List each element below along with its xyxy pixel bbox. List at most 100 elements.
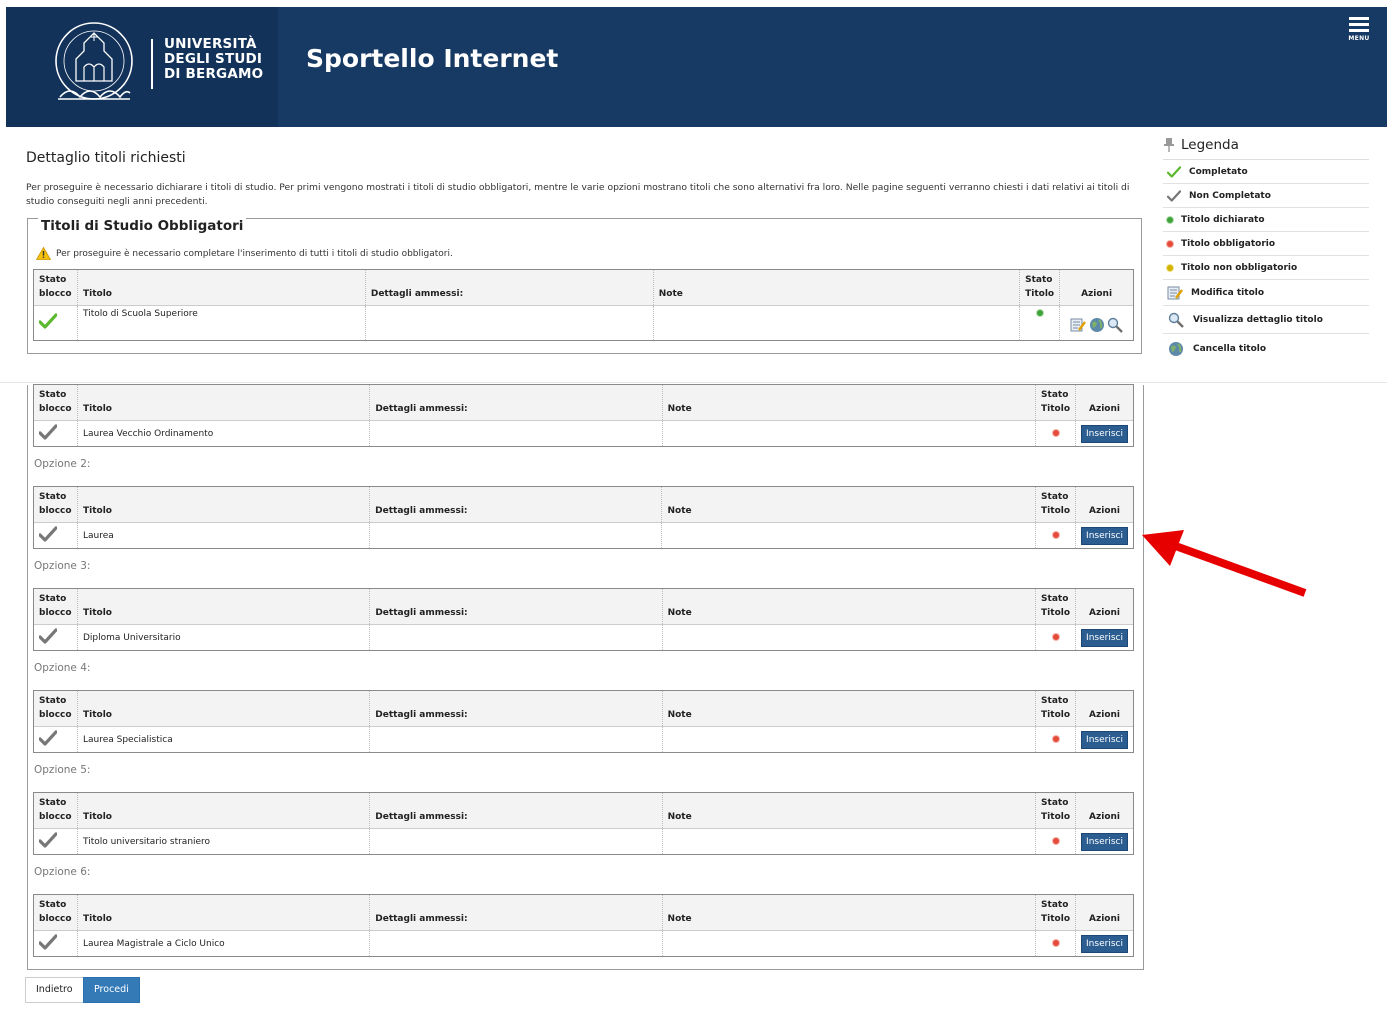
col-dettagli: Dettagli ammessi: — [369, 895, 663, 931]
table-row: Titolo di Scuola Superiore — [34, 305, 1133, 340]
legend-label: Modifica titolo — [1191, 287, 1265, 298]
dot-red-icon — [1052, 837, 1059, 844]
check-gray-icon — [38, 526, 58, 542]
azioni-cell: Inserisci — [1076, 829, 1133, 855]
stato-titolo-cell — [1035, 522, 1077, 548]
back-button[interactable]: Indietro — [25, 977, 84, 1003]
scroll-separator — [0, 382, 1387, 383]
header-text: Stato — [1041, 594, 1069, 604]
inserisci-button[interactable]: Inserisci — [1081, 730, 1128, 749]
legend-item-titolo-dichiarato: Titolo dichiarato — [1163, 208, 1369, 232]
check-gray-icon — [38, 934, 58, 950]
intro-text: Per proseguire è necessario dichiarare i… — [26, 182, 1130, 207]
app-title: Sportello Internet — [306, 44, 559, 73]
logo-line-3: DI BERGAMO — [164, 66, 264, 82]
stato-titolo-cell — [1019, 305, 1061, 340]
opzione-table: Stato blocco Titolo Dettagli ammessi: Note St… — [33, 690, 1134, 753]
col-dettagli: Dettagli ammessi: — [369, 589, 663, 625]
opzione-label: Opzione 4: — [34, 662, 91, 674]
globe-delete-icon[interactable] — [1089, 317, 1105, 333]
header-text: Stato — [39, 390, 67, 400]
col-azioni: Azioni — [1075, 589, 1133, 625]
proceed-button[interactable]: Procedi — [83, 977, 140, 1003]
col-stato-titolo: Stato Titolo — [1035, 691, 1077, 727]
note-cell — [661, 522, 1037, 548]
opzione-table: Stato blocco Titolo Dettagli ammessi: Note St… — [33, 792, 1134, 855]
col-note: Note — [662, 793, 1037, 829]
inserisci-button[interactable]: Inserisci — [1081, 526, 1128, 545]
stato-titolo-cell — [1035, 420, 1077, 446]
header-text: Stato — [1041, 798, 1069, 808]
inserisci-button[interactable]: Inserisci — [1081, 832, 1128, 851]
table-header-row: Stato blocco Titolo Dettagli ammessi: Note St… — [34, 691, 1133, 727]
dettagli-cell — [369, 930, 663, 956]
hamburger-icon-bar — [1349, 23, 1369, 26]
col-stato-titolo: Stato Titolo — [1035, 385, 1077, 421]
header-text: Titolo — [1041, 812, 1071, 822]
table-row: Diploma Universitario Inserisci — [34, 624, 1133, 650]
col-titolo: Titolo — [77, 487, 371, 523]
dot-red-icon — [1052, 939, 1059, 946]
legend-item-visualizza: Visualizza dettaglio titolo — [1163, 306, 1369, 334]
dot-red-icon — [1052, 633, 1059, 640]
stato-titolo-cell — [1035, 828, 1077, 854]
header-text: Titolo — [1041, 404, 1071, 414]
azioni-cell: Inserisci — [1076, 523, 1133, 549]
check-green-icon — [1167, 165, 1181, 178]
col-stato-titolo: Stato Titolo — [1035, 487, 1077, 523]
header-text: blocco — [39, 812, 72, 822]
university-logo[interactable]: UNIVERSITÀ DEGLI STUDI DI BERGAMO — [6, 7, 278, 127]
note-cell — [662, 828, 1037, 854]
azioni-cell — [1060, 306, 1133, 340]
stato-blocco-cell — [34, 624, 78, 650]
opzione-label: Opzione 6: — [34, 866, 91, 878]
edit-icon[interactable] — [1070, 317, 1086, 333]
col-dettagli: Dettagli ammessi: — [369, 793, 663, 829]
dettagli-cell — [369, 522, 663, 548]
col-dettagli: Dettagli ammessi: — [369, 691, 663, 727]
col-titolo: Titolo — [77, 691, 371, 727]
pin-icon — [1164, 138, 1174, 152]
col-azioni: Azioni — [1075, 793, 1133, 829]
opzione-table: Stato blocco Titolo Dettagli ammessi: Note St… — [33, 486, 1134, 549]
inserisci-button[interactable]: Inserisci — [1081, 628, 1128, 647]
inserisci-button[interactable]: Inserisci — [1081, 424, 1128, 443]
legend-item-titolo-non-obbligatorio: Titolo non obbligatorio — [1163, 256, 1369, 280]
col-stato-blocco: Stato blocco — [34, 385, 78, 421]
header-text: blocco — [39, 404, 72, 414]
warning-icon — [36, 247, 51, 260]
titolo-cell: Titolo universitario straniero — [77, 828, 371, 854]
logo-line-1: UNIVERSITÀ — [164, 36, 257, 52]
menu-button[interactable]: MENU — [1346, 15, 1372, 42]
header-text: blocco — [39, 710, 72, 720]
magnifier-icon[interactable] — [1107, 317, 1124, 334]
header-text: Titolo — [1025, 289, 1055, 299]
legend-label: Cancella titolo — [1193, 344, 1267, 354]
dot-red-icon — [1052, 429, 1059, 436]
legend-label: Titolo obbligatorio — [1181, 238, 1276, 249]
azioni-cell: Inserisci — [1076, 931, 1133, 957]
header-text: blocco — [39, 608, 72, 618]
col-azioni: Azioni — [1075, 895, 1133, 931]
table-header-row: Stato blocco Titolo Dettagli ammessi: Note St… — [34, 487, 1133, 523]
legend-label: Completato — [1189, 166, 1248, 177]
logo-wordmark: UNIVERSITÀ DEGLI STUDI DI BERGAMO — [164, 37, 263, 82]
university-seal-icon — [55, 22, 133, 100]
table-row: Laurea Inserisci — [34, 522, 1133, 549]
titolo-cell: Laurea Specialistica — [77, 726, 371, 752]
annotation-arrow-icon — [1142, 530, 1307, 597]
stato-blocco-cell — [34, 420, 78, 446]
opzioni-fieldset — [27, 385, 1144, 970]
dot-green-icon — [1036, 310, 1043, 316]
titolo-cell: Titolo di Scuola Superiore — [77, 305, 366, 340]
app-header: UNIVERSITÀ DEGLI STUDI DI BERGAMO Sporte… — [6, 7, 1387, 127]
check-gray-icon — [38, 730, 58, 746]
inserisci-button[interactable]: Inserisci — [1081, 934, 1128, 953]
titolo-cell: Laurea Vecchio Ordinamento — [77, 420, 371, 446]
opzione-label: Opzione 5: — [34, 764, 91, 776]
azioni-cell: Inserisci — [1076, 421, 1133, 447]
titolo-cell: Diploma Universitario — [77, 624, 371, 650]
col-titolo: Titolo — [77, 895, 371, 931]
edit-icon — [1167, 286, 1183, 299]
stato-blocco-cell — [34, 305, 78, 340]
